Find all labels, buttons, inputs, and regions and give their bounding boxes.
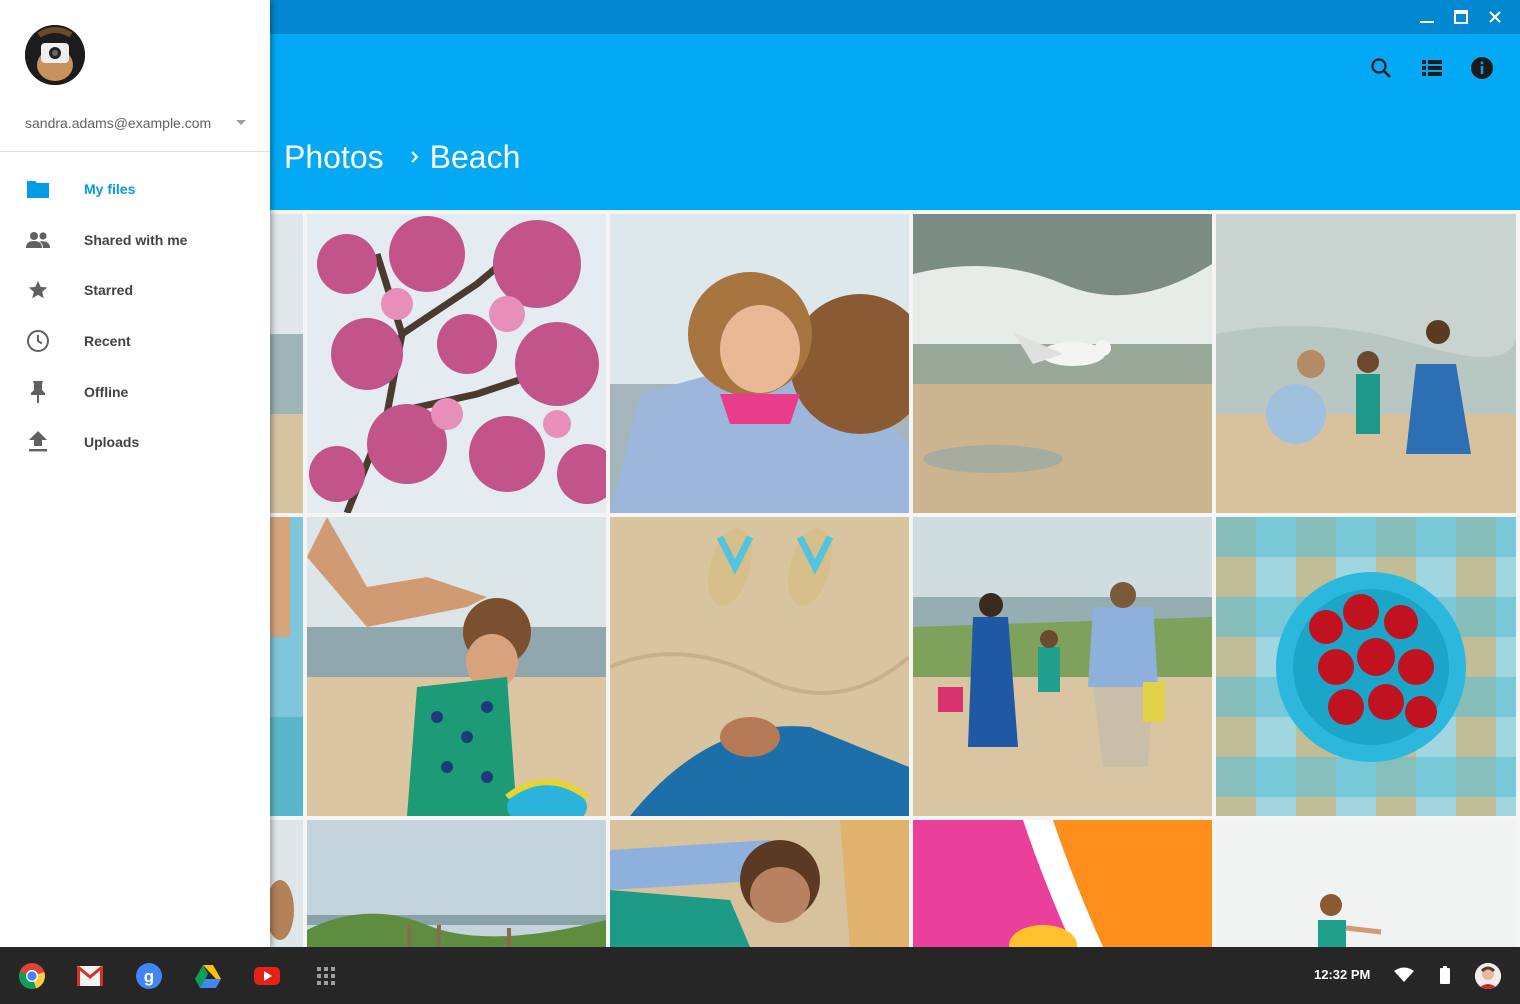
photo-girl-arm-partial[interactable] xyxy=(270,517,303,816)
gmail-icon[interactable] xyxy=(75,961,105,991)
nav-item-label: My files xyxy=(84,181,136,198)
photo-flip-flops-in-sand[interactable] xyxy=(610,517,909,816)
photo-beach-partial[interactable] xyxy=(270,820,303,947)
nav-item-starred[interactable]: Starred xyxy=(0,265,270,316)
clock-icon xyxy=(25,328,51,354)
list-view-icon[interactable] xyxy=(1416,52,1448,84)
photo-woman-laughing[interactable] xyxy=(610,820,909,947)
photo-girl-hair-touch[interactable] xyxy=(307,517,606,816)
photo-dunes-fence[interactable] xyxy=(307,820,606,947)
photo-family-walking-dunes[interactable] xyxy=(913,517,1212,816)
info-icon[interactable] xyxy=(1466,52,1498,84)
drawer-divider xyxy=(0,151,270,152)
google-search-icon[interactable]: g xyxy=(134,961,164,991)
nav-item-offline[interactable]: Offline xyxy=(0,366,270,417)
nav-item-label: Shared with me xyxy=(84,231,188,248)
people-icon xyxy=(25,227,51,253)
breadcrumb-photos[interactable]: Photos xyxy=(284,139,384,176)
nav-item-uploads[interactable]: Uploads xyxy=(0,417,270,468)
close-icon[interactable] xyxy=(1484,6,1506,28)
nav-item-label: Recent xyxy=(84,333,131,350)
star-icon xyxy=(25,277,51,303)
photo-seagull-on-shore[interactable] xyxy=(913,214,1212,513)
nav-item-recent[interactable]: Recent xyxy=(0,316,270,367)
photo-smiling-girl-hug[interactable] xyxy=(610,214,909,513)
photo-pink-blossom-branch[interactable] xyxy=(307,214,606,513)
upload-icon xyxy=(25,429,51,455)
breadcrumb-beach[interactable]: Beach xyxy=(430,139,521,176)
folder-icon xyxy=(25,176,51,202)
photo-beach-shore[interactable] xyxy=(270,214,303,513)
drawer-nav: My files Shared with me Starred Recent O… xyxy=(0,164,270,468)
maximize-icon[interactable] xyxy=(1450,6,1472,28)
app-launcher-icon[interactable] xyxy=(311,961,341,991)
nav-item-label: Starred xyxy=(84,282,134,299)
search-icon[interactable] xyxy=(1365,52,1397,84)
photo-cherries-in-bowl[interactable] xyxy=(1216,517,1516,816)
nav-item-label: Uploads xyxy=(84,434,140,451)
wifi-icon[interactable] xyxy=(1393,964,1415,986)
dropdown-arrow-icon xyxy=(235,114,247,132)
nav-item-my-files[interactable]: My files xyxy=(0,164,270,215)
chevron-right-icon xyxy=(408,148,422,166)
avatar[interactable] xyxy=(25,25,85,85)
account-switcher[interactable]: sandra.adams@example.com xyxy=(25,110,247,136)
svg-text:g: g xyxy=(144,967,154,986)
photo-orange-pink-towel[interactable] xyxy=(913,820,1212,947)
photo-family-on-beach[interactable] xyxy=(1216,214,1516,513)
minimize-icon[interactable] xyxy=(1416,6,1438,28)
pin-icon xyxy=(25,379,51,405)
app-window: Photos Beach sandra.adams@example.com My… xyxy=(0,0,1520,947)
clock-time[interactable]: 12:32 PM xyxy=(1314,967,1370,982)
account-email: sandra.adams@example.com xyxy=(25,115,212,131)
nav-item-label: Offline xyxy=(84,383,129,400)
photo-child-jumping[interactable] xyxy=(1216,820,1516,947)
nav-item-shared-with-me[interactable]: Shared with me xyxy=(0,215,270,266)
shelf: g 12:32 PM xyxy=(0,947,1520,1004)
battery-icon[interactable] xyxy=(1434,964,1456,986)
drive-icon[interactable] xyxy=(193,961,223,991)
breadcrumb: Photos Beach xyxy=(284,135,520,179)
youtube-icon[interactable] xyxy=(252,961,282,991)
user-avatar[interactable] xyxy=(1475,963,1501,989)
chrome-icon[interactable] xyxy=(17,961,47,991)
navigation-drawer: sandra.adams@example.com My files Shared… xyxy=(0,0,270,947)
